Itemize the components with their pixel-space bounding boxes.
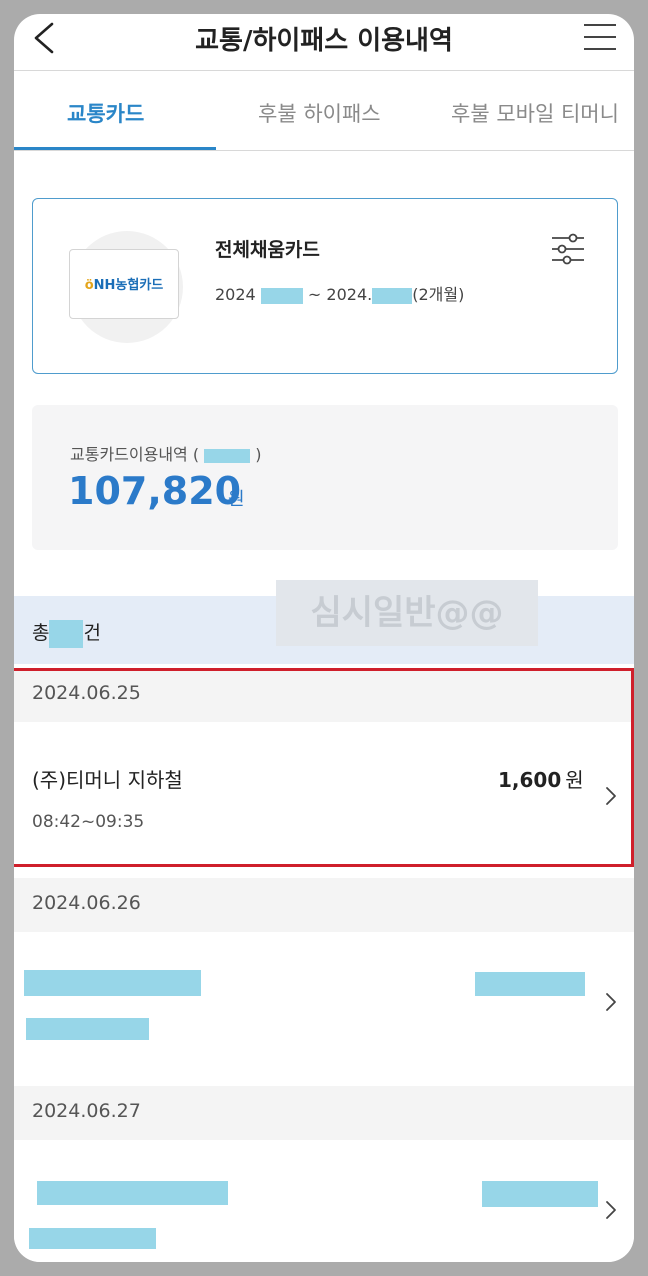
redacted-block [26,1018,149,1040]
filter-button[interactable] [551,233,585,265]
chevron-right-icon [606,993,616,1011]
redacted-block [37,1181,228,1205]
nh-emblem-icon: ö [84,278,94,293]
page-title: 교통/하이패스 이용내역 [195,26,453,56]
date-header: 2024.06.27 [14,1086,634,1140]
date-header: 2024.06.25 [14,668,634,722]
redacted-block [475,972,585,996]
summary-label: 교통카드이용내역 ( ) [70,445,262,464]
header: 교통/하이패스 이용내역 [14,14,634,71]
redacted-block [260,287,303,304]
transaction-item[interactable] [14,1140,634,1262]
redacted-block [204,448,251,463]
watermark: 심시일반@@ [276,580,538,646]
transaction-item[interactable] [14,932,634,1077]
item-title: (주)티머니 지하철 [32,768,183,792]
usage-summary: 교통카드이용내역 ( ) 107,820 원 [32,405,618,550]
card-logo: öNH농협카드 [69,249,179,319]
item-time: 08:42~09:35 [32,812,145,832]
hamburger-menu-icon [584,24,616,50]
card-logo-text: öNH농협카드 [84,278,164,293]
tab-postpaid-mobile-tmoney[interactable]: 후불 모바일 티머니 [451,98,619,128]
active-tab-indicator [14,147,216,150]
total-count: 총건 [32,618,101,648]
app-screen: 교통/하이패스 이용내역 교통카드 후불 하이패스 후불 모바일 티머니 öNH… [14,14,634,1262]
card-name: 전체채움카드 [215,239,320,261]
chevron-right-icon [606,1201,616,1219]
redacted-block [24,970,201,996]
date-header: 2024.06.26 [14,878,634,932]
summary-amount: 107,820 [68,469,242,513]
menu-button[interactable] [582,20,618,56]
chevron-right-icon [606,787,616,805]
item-amount: 1,600 원 [498,768,584,792]
redacted-block [372,287,413,304]
redacted-block [49,619,84,648]
tab-postpaid-hipass[interactable]: 후불 하이패스 [258,98,381,128]
summary-unit: 원 [228,489,245,510]
redacted-block [29,1228,156,1249]
card-period: 2024 ~ 2024. (2개월) [215,285,465,304]
sliders-filter-icon [552,233,584,265]
tab-bar: 교통카드 후불 하이패스 후불 모바일 티머니 [14,72,634,151]
transaction-item[interactable]: (주)티머니 지하철 08:42~09:35 1,600 원 [14,722,634,867]
tab-transport-card[interactable]: 교통카드 [67,98,144,128]
redacted-block [482,1181,598,1207]
card-info-panel: öNH농협카드 전체채움카드 2024 ~ 2024. (2개월) [32,198,618,374]
